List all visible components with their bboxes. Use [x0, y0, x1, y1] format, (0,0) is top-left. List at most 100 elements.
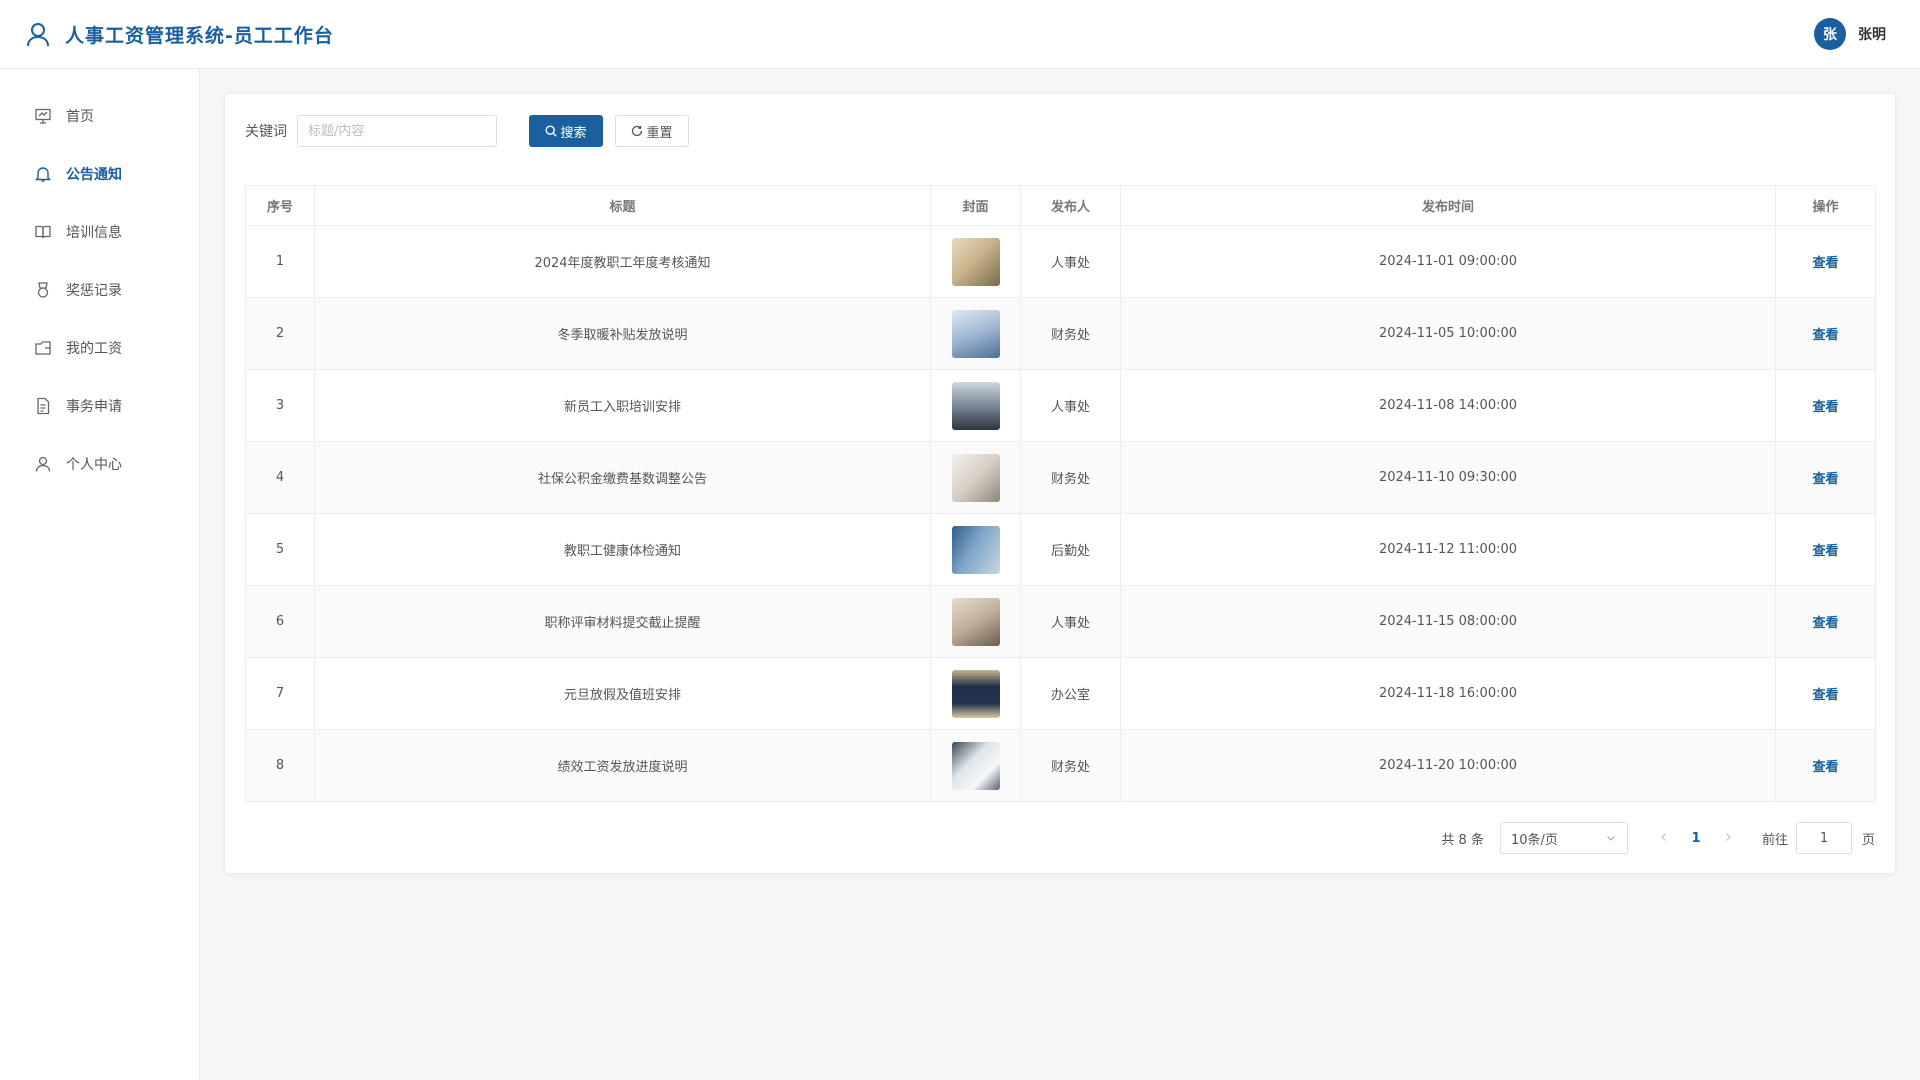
refresh-icon	[632, 125, 643, 137]
reset-button[interactable]: 重置	[615, 115, 689, 147]
row-title: 职称评审材料提交截止提醒	[314, 585, 931, 658]
sidebar-item-label: 我的工资	[66, 341, 122, 357]
row-time: 2024-11-12 11:00:00	[1120, 513, 1776, 586]
medal-icon	[34, 281, 52, 299]
avatar[interactable]: 张	[1814, 18, 1846, 50]
row-publisher: 财务处	[1020, 297, 1121, 370]
prev-page-button[interactable]	[1648, 830, 1680, 846]
user-name[interactable]: 张明	[1858, 24, 1886, 44]
page-number[interactable]: 1	[1680, 831, 1712, 846]
table-row: 7 元旦放假及值班安排 办公室 2024-11-18 16:00:00 查看	[245, 657, 1876, 730]
col-header-action: 操作	[1775, 185, 1876, 226]
goto-page-input[interactable]	[1795, 822, 1852, 854]
row-time: 2024-11-15 08:00:00	[1120, 585, 1776, 658]
row-time: 2024-11-20 10:00:00	[1120, 729, 1776, 802]
sidebar-item-announcements[interactable]: 公告通知	[0, 145, 199, 203]
table-row: 3 新员工入职培训安排 人事处 2024-11-08 14:00:00 查看	[245, 369, 1876, 442]
table-row: 8 绩效工资发放进度说明 财务处 2024-11-20 10:00:00 查看	[245, 729, 1876, 802]
chevron-right-icon	[1726, 833, 1731, 841]
row-publisher: 后勤处	[1020, 513, 1121, 586]
bell-icon	[34, 165, 52, 183]
cover-image[interactable]	[951, 669, 1000, 718]
keyword-input[interactable]	[297, 115, 497, 147]
view-link[interactable]: 查看	[1812, 688, 1838, 703]
view-link[interactable]: 查看	[1812, 760, 1838, 775]
col-header-title: 标题	[314, 185, 931, 226]
row-no: 4	[245, 441, 315, 514]
row-cover	[930, 369, 1021, 442]
table-row: 5 教职工健康体检通知 后勤处 2024-11-12 11:00:00 查看	[245, 513, 1876, 586]
table-row: 1 2024年度教职工年度考核通知 人事处 2024-11-01 09:00:0…	[245, 225, 1876, 298]
sidebar-item-requests[interactable]: 事务申请	[0, 377, 199, 435]
row-publisher: 财务处	[1020, 729, 1121, 802]
page-suffix: 页	[1861, 832, 1875, 848]
row-publisher: 财务处	[1020, 441, 1121, 514]
page-size-select[interactable]: 10条/页	[1499, 822, 1628, 854]
table-row: 4 社保公积金缴费基数调整公告 财务处 2024-11-10 09:30:00 …	[245, 441, 1876, 514]
row-action: 查看	[1775, 369, 1876, 442]
next-page-button[interactable]	[1712, 830, 1744, 846]
table-row: 2 冬季取暖补贴发放说明 财务处 2024-11-05 10:00:00 查看	[245, 297, 1876, 370]
sidebar-item-profile[interactable]: 个人中心	[0, 435, 199, 493]
sidebar-item-label: 公告通知	[66, 167, 122, 183]
user-outline-icon	[25, 21, 51, 47]
announcement-panel: 关键词 搜索 重置 序号 标题 封面	[225, 94, 1895, 873]
view-link[interactable]: 查看	[1812, 328, 1838, 343]
row-title: 2024年度教职工年度考核通知	[314, 225, 931, 298]
app-title: 人事工资管理系统-员工工作台	[65, 24, 334, 47]
row-title: 新员工入职培训安排	[314, 369, 931, 442]
page-size-value: 10条/页	[1510, 832, 1558, 848]
row-publisher: 办公室	[1020, 657, 1121, 730]
col-header-no: 序号	[245, 185, 315, 226]
view-link[interactable]: 查看	[1812, 256, 1838, 271]
sidebar: 首页 公告通知 培训信息 奖惩记录 我的工资 事务申请 个人中心	[0, 69, 200, 1080]
top-header: 人事工资管理系统-员工工作台 张 张明	[0, 0, 1920, 69]
row-cover	[930, 729, 1021, 802]
sidebar-item-label: 培训信息	[66, 225, 122, 241]
goto-label: 前往	[1761, 832, 1788, 848]
cover-image[interactable]	[951, 525, 1000, 574]
view-link[interactable]: 查看	[1812, 400, 1838, 415]
row-title: 元旦放假及值班安排	[314, 657, 931, 730]
keyword-label: 关键词	[245, 124, 287, 140]
row-time: 2024-11-18 16:00:00	[1120, 657, 1776, 730]
total-count: 共 8 条	[1441, 832, 1484, 848]
row-time: 2024-11-08 14:00:00	[1120, 369, 1776, 442]
sidebar-item-training[interactable]: 培训信息	[0, 203, 199, 261]
row-cover	[930, 297, 1021, 370]
document-icon	[34, 397, 52, 415]
cover-image[interactable]	[951, 453, 1000, 502]
pagination: 共 8 条 10条/页 1 前往 页	[1441, 822, 1875, 854]
cover-image[interactable]	[951, 237, 1000, 286]
col-header-cover: 封面	[930, 185, 1021, 226]
row-no: 3	[245, 369, 315, 442]
row-no: 2	[245, 297, 315, 370]
cover-image[interactable]	[951, 309, 1000, 358]
search-icon	[545, 125, 558, 137]
cover-image[interactable]	[951, 381, 1000, 430]
sidebar-item-home[interactable]: 首页	[0, 87, 199, 145]
row-cover	[930, 225, 1021, 298]
chevron-down-icon	[1607, 836, 1615, 841]
view-link[interactable]: 查看	[1812, 472, 1838, 487]
book-icon	[34, 223, 52, 241]
view-link[interactable]: 查看	[1812, 544, 1838, 559]
search-button[interactable]: 搜索	[529, 115, 603, 147]
sidebar-item-label: 首页	[66, 109, 94, 125]
presentation-icon	[34, 107, 52, 125]
view-link[interactable]: 查看	[1812, 616, 1838, 631]
table-header-row: 序号 标题 封面 发布人 发布时间 操作	[245, 185, 1876, 226]
user-menu[interactable]: 张 张明	[1814, 18, 1886, 50]
sidebar-item-salary[interactable]: 我的工资	[0, 319, 199, 377]
row-no: 5	[245, 513, 315, 586]
sidebar-item-rewards[interactable]: 奖惩记录	[0, 261, 199, 319]
row-publisher: 人事处	[1020, 585, 1121, 658]
row-time: 2024-11-10 09:30:00	[1120, 441, 1776, 514]
row-cover	[930, 657, 1021, 730]
row-title: 教职工健康体检通知	[314, 513, 931, 586]
row-action: 查看	[1775, 441, 1876, 514]
row-no: 7	[245, 657, 315, 730]
cover-image[interactable]	[951, 597, 1000, 646]
row-no: 8	[245, 729, 315, 802]
cover-image[interactable]	[951, 741, 1000, 790]
